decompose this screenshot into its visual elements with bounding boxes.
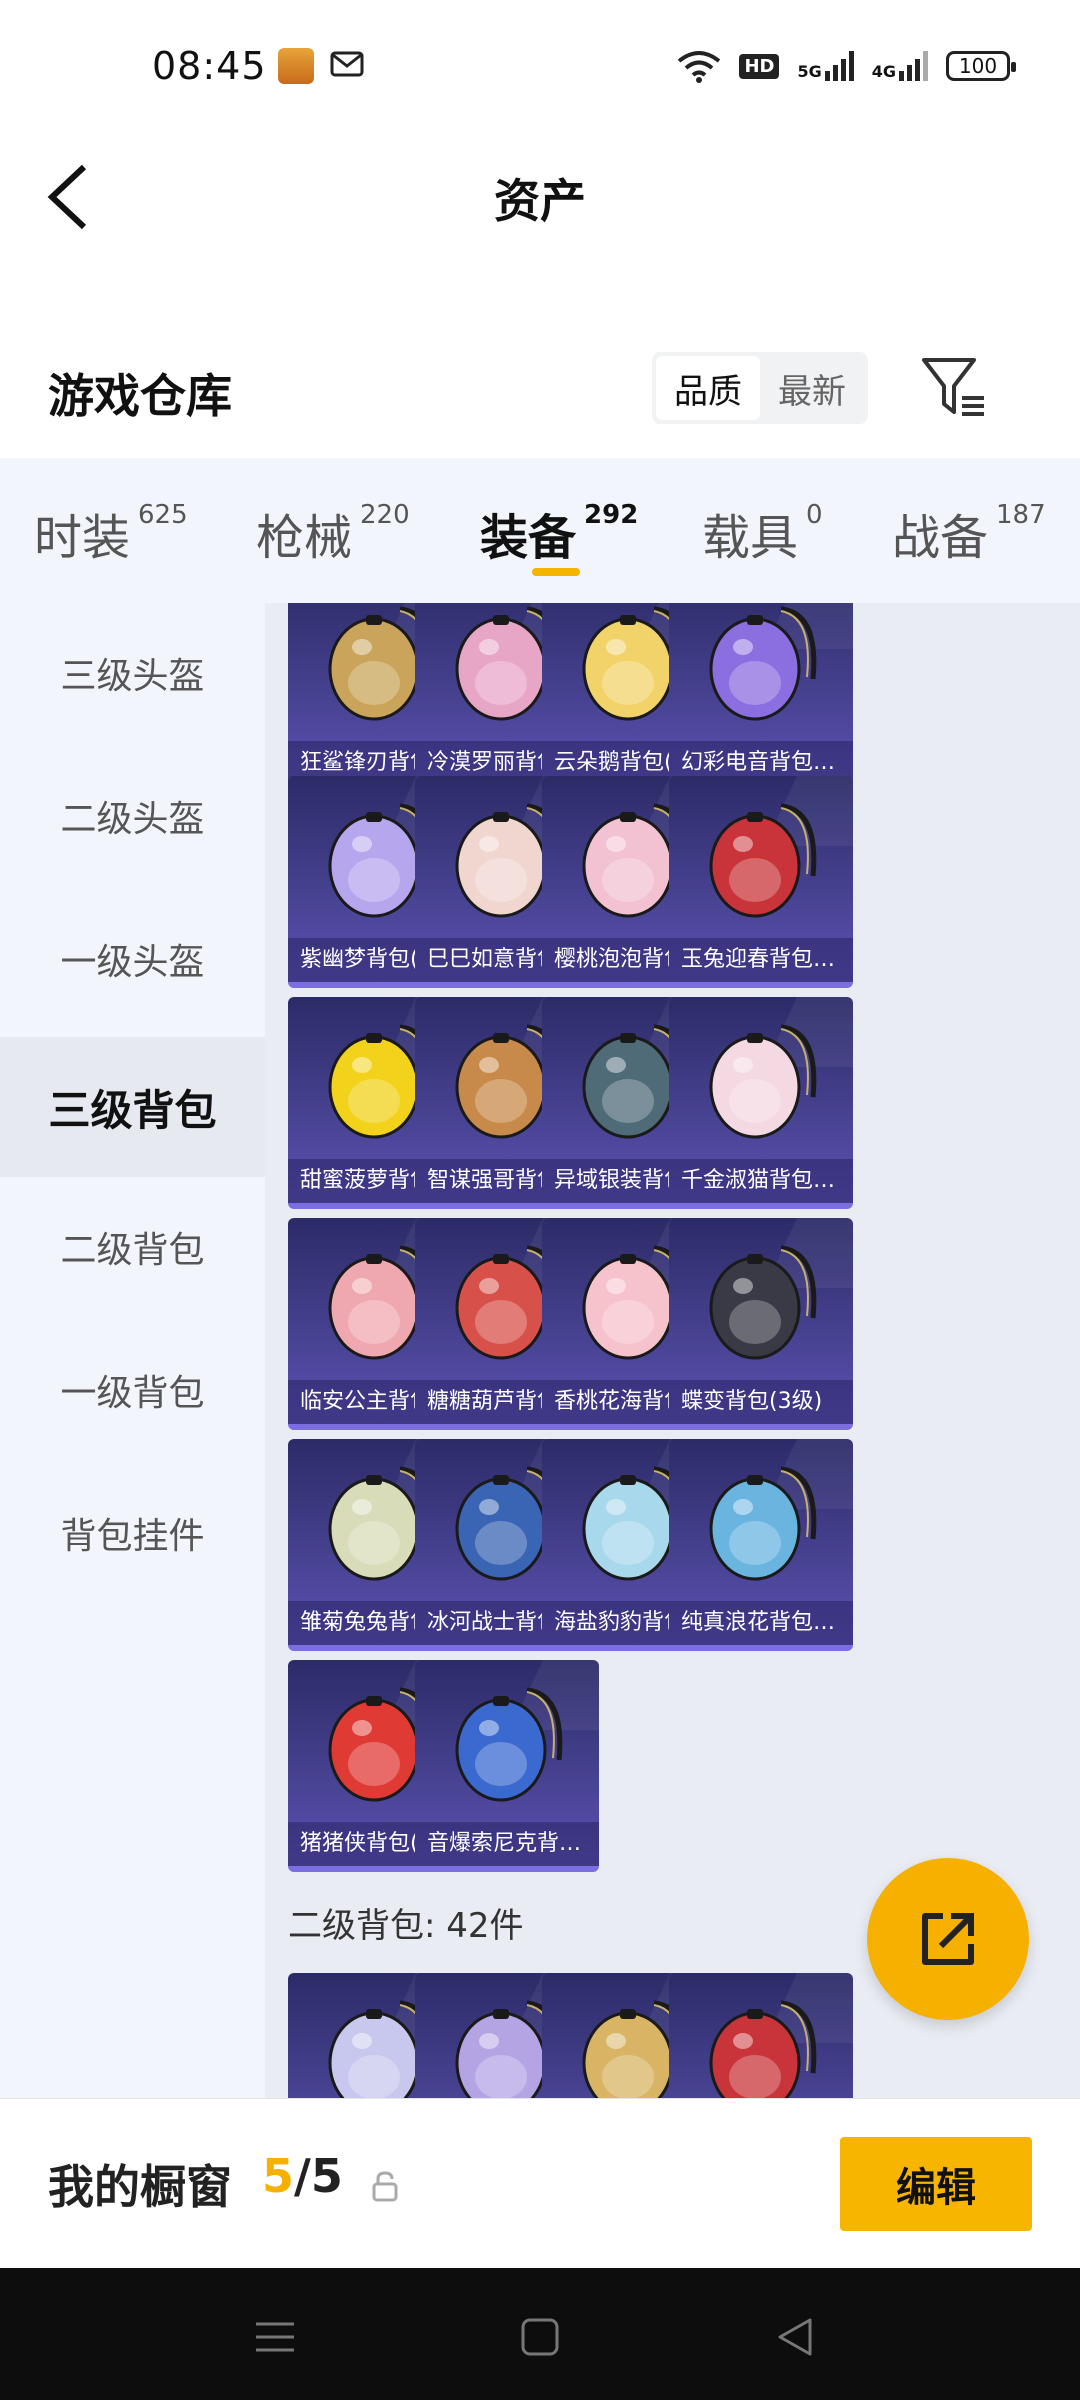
signal-4g: 4G (872, 51, 928, 81)
sidebar-item-backpack-lv1[interactable]: 一级背包 (0, 1320, 265, 1460)
share-icon (922, 1913, 974, 1965)
filter-icon[interactable] (918, 352, 988, 422)
item-card[interactable]: 音爆索尼克背包(3级) (415, 1660, 599, 1872)
app-notification-icon (278, 48, 314, 84)
share-button[interactable] (867, 1858, 1029, 2020)
category-tabs: 时装 625 枪械 220 装备 292 载具 0 战备 187 (0, 458, 1080, 603)
showcase-title: 我的橱窗 (48, 2160, 232, 2214)
item-card[interactable] (669, 1973, 853, 2098)
lock-icon (372, 2171, 398, 2202)
tab-weapons[interactable]: 枪械 220 (256, 498, 410, 568)
subcategory-sidebar: 三级头盔 二级头盔 一级头盔 三级背包 二级背包 一级背包 背包挂件 (0, 603, 265, 2098)
nav-back-icon[interactable] (770, 2312, 820, 2362)
sidebar-item-helmet-lv2[interactable]: 二级头盔 (0, 746, 265, 886)
tab-fashion[interactable]: 时装 625 (34, 498, 188, 568)
backpack-icon (455, 1687, 563, 1802)
sort-quality-button[interactable]: 品质 (656, 356, 760, 420)
showcase-count: 5/5 (262, 2149, 343, 2203)
item-card[interactable]: 幻彩电音背包(3级) (669, 603, 853, 791)
item-name: 玉兔迎春背包(3级) (669, 938, 853, 982)
warehouse-title: 游戏仓库 (48, 369, 232, 423)
signal-5g: 5G (797, 51, 854, 81)
battery-indicator: 100 (946, 51, 1016, 81)
backpack-icon (709, 2000, 817, 2098)
item-name: 音爆索尼克背包(3级) (415, 1822, 599, 1866)
item-card[interactable]: 千金淑猫背包(3级) (669, 997, 853, 1209)
item-card[interactable]: 玉兔迎春背包(3级) (669, 776, 853, 988)
status-right: HD 5G 4G 100 (677, 46, 1016, 86)
tab-supplies[interactable]: 战备 187 (892, 498, 1046, 568)
warehouse-toolbar: 游戏仓库 品质 最新 (0, 330, 1080, 450)
showcase-bar: 我的橱窗 5/5 编辑 (0, 2098, 1080, 2268)
item-card[interactable]: 蝶变背包(3级) (669, 1218, 853, 1430)
sort-toggle: 品质 最新 (652, 352, 868, 424)
hd-badge: HD (739, 53, 780, 79)
backpack-icon (709, 1024, 817, 1139)
item-name: 千金淑猫背包(3级) (669, 1159, 853, 1203)
home-icon[interactable] (515, 2312, 565, 2362)
edit-button[interactable]: 编辑 (840, 2137, 1032, 2231)
backpack-icon (709, 1245, 817, 1360)
mail-icon (330, 51, 364, 77)
backpack-icon (709, 1466, 817, 1581)
system-nav-bar (0, 2268, 1080, 2400)
backpack-icon (709, 803, 817, 918)
sidebar-item-helmet-lv1[interactable]: 一级头盔 (0, 889, 265, 1029)
status-time: 08:45 (152, 44, 267, 88)
tab-equipment[interactable]: 装备 292 (480, 498, 638, 568)
item-card[interactable]: 纯真浪花背包(3级) (669, 1439, 853, 1651)
item-name: 蝶变背包(3级) (669, 1380, 853, 1424)
status-bar: 08:45 HD 5G 4G 100 (0, 0, 1080, 135)
tab-vehicles[interactable]: 载具 0 (702, 498, 823, 568)
section-title-backpack-lv2: 二级背包: 42件 (288, 1906, 524, 1946)
sidebar-item-backpack-lv2[interactable]: 二级背包 (0, 1177, 265, 1317)
page-title: 资产 (494, 174, 586, 228)
item-name: 纯真浪花背包(3级) (669, 1601, 853, 1645)
sort-latest-button[interactable]: 最新 (760, 356, 864, 420)
app-header: 资产 (0, 135, 1080, 265)
sidebar-item-helmet-lv3[interactable]: 三级头盔 (0, 603, 265, 743)
menu-icon[interactable] (250, 2312, 300, 2362)
active-tab-indicator (532, 568, 580, 576)
backpack-icon (709, 606, 817, 721)
sidebar-item-backpack-lv3[interactable]: 三级背包 (0, 1037, 265, 1177)
wifi-icon (678, 51, 721, 83)
sidebar-item-backpack-charm[interactable]: 背包挂件 (0, 1463, 265, 1603)
